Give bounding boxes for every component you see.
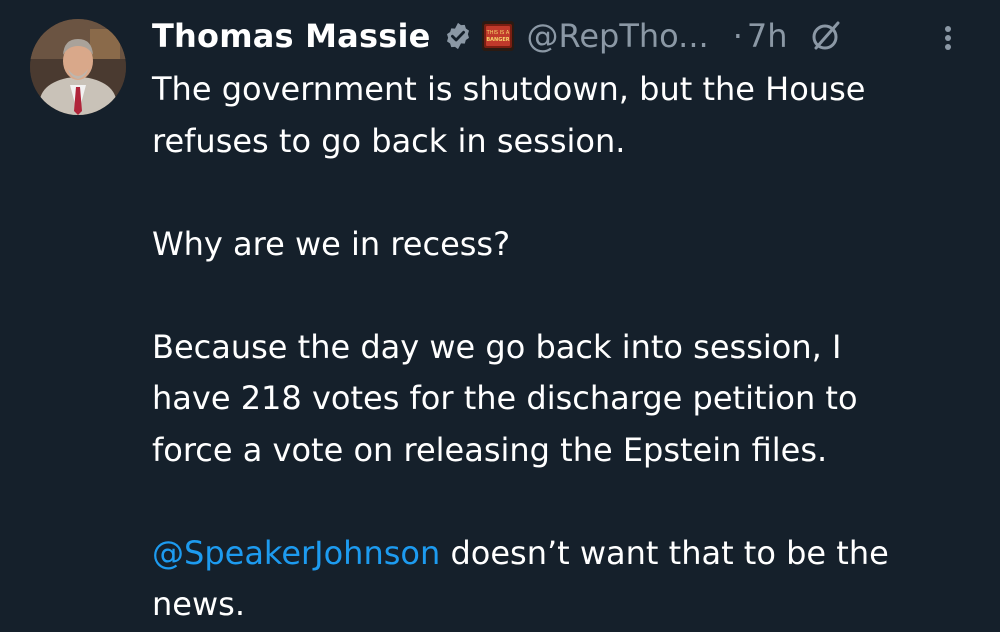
text-line: have 218 votes for the discharge petitio… bbox=[152, 379, 858, 417]
separator-dot: · bbox=[732, 17, 743, 55]
text-line: refuses to go back in session. bbox=[152, 121, 626, 160]
grok-slash-circle-icon[interactable] bbox=[808, 18, 844, 54]
paragraph-1: The government is shutdown, but the Hous… bbox=[152, 64, 982, 167]
paragraph-2: Why are we in recess? bbox=[152, 219, 982, 271]
tweet-header: Thomas Massie THIS IS A BANGER @RepTho..… bbox=[152, 12, 844, 60]
author-name[interactable]: Thomas Massie bbox=[152, 17, 431, 55]
text-line: Because the day we go back into session,… bbox=[152, 327, 842, 366]
avatar-image bbox=[30, 19, 126, 115]
svg-text:THIS IS A: THIS IS A bbox=[485, 30, 509, 36]
text-line: Why are we in recess? bbox=[152, 224, 511, 263]
text-line: The government is shutdown, but the Hous… bbox=[152, 70, 866, 108]
text-span: doesn’t want that to be the bbox=[440, 533, 889, 572]
text-line: news. bbox=[152, 585, 245, 623]
tweet-timestamp[interactable]: 7h bbox=[747, 17, 788, 55]
verified-badge-icon[interactable] bbox=[443, 21, 473, 51]
affiliate-badge-icon[interactable]: THIS IS A BANGER bbox=[481, 20, 515, 52]
author-handle[interactable]: @RepTho... bbox=[527, 17, 709, 55]
paragraph-3: Because the day we go back into session,… bbox=[152, 322, 982, 477]
paragraph-4: @SpeakerJohnson doesn’t want that to be … bbox=[152, 528, 982, 631]
tweet-text: The government is shutdown, but the Hous… bbox=[152, 64, 982, 631]
more-options-icon[interactable] bbox=[936, 20, 960, 56]
svg-text:BANGER: BANGER bbox=[486, 37, 509, 43]
mention-link[interactable]: @SpeakerJohnson bbox=[152, 534, 440, 572]
text-line: @SpeakerJohnson doesn’t want that to be … bbox=[152, 528, 982, 580]
author-avatar[interactable] bbox=[30, 19, 126, 115]
text-line: force a vote on releasing the Epstein fi… bbox=[152, 430, 828, 469]
